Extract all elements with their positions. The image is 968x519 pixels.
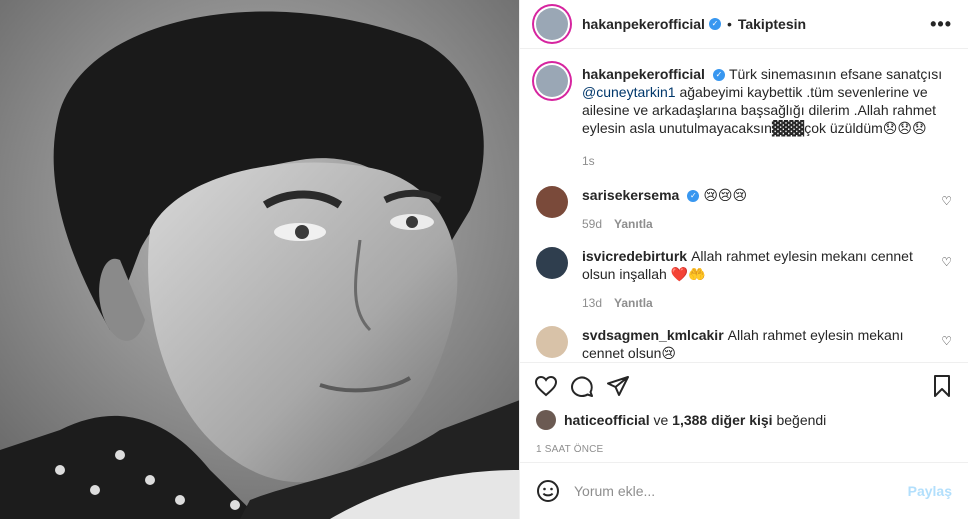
- comment-time: 13d: [582, 296, 603, 310]
- verified-icon: ✓: [708, 18, 721, 30]
- heart-icon[interactable]: [534, 374, 558, 398]
- post-header: hakanpekerofficial ✓ • Takiptesin •••: [520, 0, 968, 49]
- post-timestamp[interactable]: 1 SAAT ÖNCE: [520, 437, 968, 463]
- author-avatar[interactable]: [536, 8, 568, 40]
- likes-summary: haticeofficial ve 1,388 diğer kişi beğen…: [520, 409, 968, 431]
- post-photo[interactable]: [0, 0, 520, 519]
- like-comment-heart-icon[interactable]: ♡: [941, 334, 952, 348]
- caption-text-1: Türk sinemasının efsane sanatçısı: [728, 66, 943, 82]
- more-icon[interactable]: •••: [930, 14, 952, 35]
- emoji-icon[interactable]: [536, 479, 560, 503]
- add-comment-bar: Paylaş: [520, 463, 968, 519]
- caption: hakanpekerofficial ✓ Türk sinemasının efsa…: [536, 65, 952, 170]
- comment-item: isvicredebirturk Allah rahmet eylesin mek…: [536, 247, 952, 312]
- like-comment-heart-icon[interactable]: ♡: [941, 194, 952, 208]
- likes-suffix: beğendi: [772, 412, 827, 428]
- comment-username[interactable]: sarisekersema: [582, 187, 679, 203]
- author-username[interactable]: hakanpekerofficial: [582, 16, 705, 32]
- comment-input[interactable]: [574, 483, 908, 499]
- comment-emojis: 😢😢😢: [703, 188, 748, 204]
- comment-time: 59d: [582, 217, 603, 231]
- comment-item: svdsagmen_kmlcakir Allah rahmet eylesin m…: [536, 326, 952, 362]
- like-comment-heart-icon[interactable]: ♡: [941, 255, 952, 269]
- likes-connector: ve: [649, 412, 673, 428]
- comment-emojis: 😢: [661, 346, 677, 362]
- comment-avatar[interactable]: [536, 186, 568, 218]
- caption-time: 1s: [582, 154, 595, 168]
- comment-emojis: ❤️🤲: [670, 267, 706, 283]
- comment-username[interactable]: isvicredebirturk: [582, 248, 687, 264]
- separator-dot: •: [726, 16, 732, 32]
- verified-icon: ✓: [712, 69, 725, 82]
- caption-emojis: 😞😞😞: [882, 121, 927, 137]
- caption-text-3: çok üzüldüm: [804, 120, 883, 136]
- comment-icon[interactable]: [570, 374, 594, 398]
- caption-username[interactable]: hakanpekerofficial: [582, 66, 705, 82]
- portrait-image: [0, 0, 519, 519]
- liker-avatar[interactable]: [536, 410, 556, 430]
- post-sidebar: hakanpekerofficial ✓ • Takiptesin ••• ha…: [520, 0, 968, 519]
- reply-button[interactable]: Yanıtla: [614, 217, 653, 231]
- caption-mention-link[interactable]: @cuneytarkin1: [582, 84, 676, 100]
- comment-avatar[interactable]: [536, 247, 568, 279]
- reply-button[interactable]: Yanıtla: [614, 296, 653, 310]
- comment-username[interactable]: svdsagmen_kmlcakir: [582, 327, 724, 343]
- post-comment-button[interactable]: Paylaş: [908, 483, 952, 499]
- caption-blocks: ▓▓▓: [771, 121, 805, 137]
- comment-item: sarisekersema ✓ 😢😢😢 59d Yanıtla ♡: [536, 186, 952, 233]
- action-bar: [520, 363, 968, 409]
- follow-status-button[interactable]: Takiptesin: [738, 16, 806, 32]
- comments-list[interactable]: hakanpekerofficial ✓ Türk sinemasının efsa…: [520, 49, 968, 363]
- likes-count-link[interactable]: 1,388 diğer kişi: [672, 412, 772, 428]
- verified-icon: ✓: [687, 190, 700, 203]
- caption-avatar[interactable]: [536, 65, 568, 97]
- liker-username[interactable]: haticeofficial: [564, 412, 650, 428]
- share-icon[interactable]: [606, 374, 630, 398]
- bookmark-icon[interactable]: [930, 374, 954, 398]
- comment-avatar[interactable]: [536, 326, 568, 358]
